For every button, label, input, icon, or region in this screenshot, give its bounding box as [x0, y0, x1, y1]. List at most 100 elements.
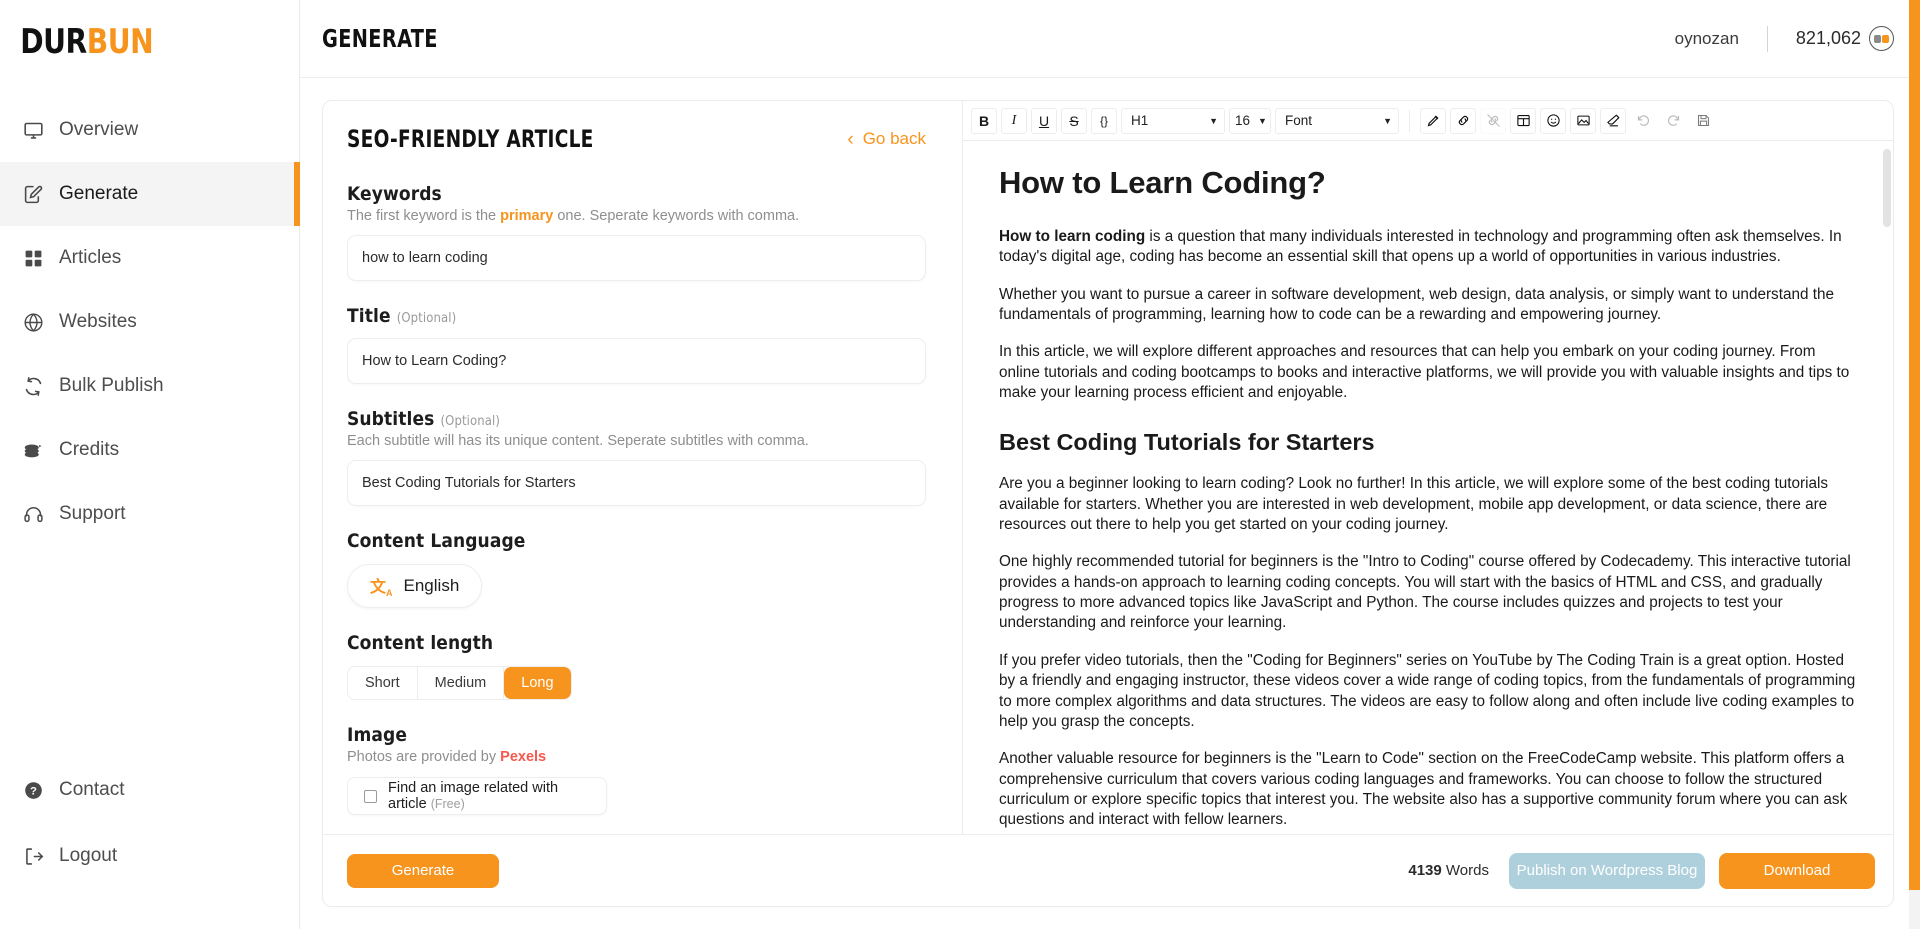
article-editor-panel: B I U S {} H1 ▼ 16 ▼	[963, 101, 1893, 834]
sidebar-item-label: Articles	[59, 247, 121, 269]
editor-paragraph: How to learn coding is a question that m…	[999, 227, 1857, 268]
title-label: Title (Optional)	[347, 305, 926, 327]
font-size-select[interactable]: 16 ▼	[1229, 108, 1271, 134]
editor-content[interactable]: How to Learn Coding? How to learn coding…	[963, 141, 1893, 834]
page-scrollbar-thumb[interactable]	[1909, 0, 1920, 890]
strikethrough-button[interactable]: S	[1061, 108, 1087, 134]
subtitles-optional-tag: (Optional)	[441, 414, 501, 429]
sidebar-item-websites[interactable]: Websites	[0, 290, 299, 354]
sidebar-item-bulk-publish[interactable]: Bulk Publish	[0, 354, 299, 418]
editor-paragraph: Another valuable resource for beginners …	[999, 749, 1857, 830]
card-body: SEO-FRIENDLY ARTICLE ‹ Go back Keywords …	[323, 101, 1893, 834]
sidebar-item-logout[interactable]: Logout	[0, 823, 299, 889]
title-input[interactable]: How to Learn Coding?	[347, 338, 926, 384]
font-family-select[interactable]: Font ▼	[1275, 108, 1399, 134]
redo-icon[interactable]	[1660, 108, 1686, 134]
footer-left: Generate	[323, 854, 963, 888]
save-icon[interactable]	[1690, 108, 1716, 134]
word-count-value: 4139	[1408, 862, 1441, 879]
sidebar-item-overview[interactable]: Overview	[0, 98, 299, 162]
editor-scroll-region[interactable]: How to Learn Coding? How to learn coding…	[963, 141, 1893, 834]
font-size-value: 16	[1235, 113, 1250, 128]
generate-button[interactable]: Generate	[347, 854, 499, 888]
eraser-icon[interactable]	[1600, 108, 1626, 134]
form-header: SEO-FRIENDLY ARTICLE ‹ Go back	[347, 125, 926, 153]
sidebar-item-label: Overview	[59, 119, 138, 141]
undo-icon[interactable]	[1630, 108, 1656, 134]
content-language-selector[interactable]: 文A English	[347, 564, 482, 608]
italic-button[interactable]: I	[1001, 108, 1027, 134]
editor-toolbar: B I U S {} H1 ▼ 16 ▼	[963, 101, 1893, 141]
image-hint-before: Photos are provided by	[347, 749, 500, 765]
font-family-value: Font	[1285, 113, 1312, 128]
insert-image-icon[interactable]	[1570, 108, 1596, 134]
content-language-value: English	[404, 576, 460, 596]
sidebar: DURBUN Overview Generate Articles Websi	[0, 0, 300, 929]
editor-paragraph: Whether you want to pursue a career in s…	[999, 285, 1857, 326]
editor-scrollbar-thumb[interactable]	[1883, 149, 1891, 227]
coin-icon	[1869, 26, 1894, 51]
page-title: GENERATE	[322, 24, 438, 53]
heading-select[interactable]: H1 ▼	[1121, 108, 1225, 134]
link-icon[interactable]	[1450, 108, 1476, 134]
content-length-option-short[interactable]: Short	[348, 667, 418, 699]
go-back-button[interactable]: ‹ Go back	[847, 129, 926, 149]
logo-text-primary: DUR	[20, 22, 87, 62]
keywords-hint-highlight: primary	[500, 208, 553, 224]
sidebar-item-articles[interactable]: Articles	[0, 226, 299, 290]
monitor-icon	[22, 119, 44, 141]
content-length-option-long[interactable]: Long	[504, 667, 570, 699]
credits-value: 821,062	[1796, 28, 1861, 49]
editor-paragraph: One highly recommended tutorial for begi…	[999, 552, 1857, 633]
subtitles-input[interactable]: Best Coding Tutorials for Starters	[347, 460, 926, 506]
credits-indicator[interactable]: 821,062	[1796, 26, 1894, 51]
image-hint: Photos are provided by Pexels	[347, 749, 926, 765]
title-label-text: Title	[347, 305, 391, 327]
svg-text:?: ?	[30, 785, 37, 797]
keywords-hint-after: one. Seperate keywords with comma.	[553, 208, 799, 224]
subtitles-hint: Each subtitle will has its unique conten…	[347, 433, 926, 449]
page-scrollbar[interactable]	[1909, 0, 1920, 929]
bold-button[interactable]: B	[971, 108, 997, 134]
refresh-icon	[22, 375, 44, 397]
editor-heading-2: Best Coding Tutorials for Starters	[999, 429, 1857, 456]
user-name[interactable]: oynozan	[1675, 29, 1739, 49]
unlink-icon[interactable]	[1480, 108, 1506, 134]
heading-select-value: H1	[1131, 113, 1148, 128]
underline-button[interactable]: U	[1031, 108, 1057, 134]
coins-icon	[22, 439, 44, 461]
editor-scrollbar[interactable]	[1883, 141, 1891, 834]
keywords-input[interactable]: how to learn coding	[347, 235, 926, 281]
sidebar-item-credits[interactable]: Credits	[0, 418, 299, 482]
article-form-panel: SEO-FRIENDLY ARTICLE ‹ Go back Keywords …	[323, 101, 963, 834]
form-scroll-region[interactable]: SEO-FRIENDLY ARTICLE ‹ Go back Keywords …	[347, 125, 938, 834]
pen-highlight-icon[interactable]	[1420, 108, 1446, 134]
emoji-icon[interactable]	[1540, 108, 1566, 134]
translate-icon: 文A	[370, 573, 393, 598]
header-divider	[1767, 26, 1768, 52]
content-length-option-medium[interactable]: Medium	[418, 667, 505, 699]
sidebar-item-label: Credits	[59, 439, 119, 461]
keywords-field: Keywords The first keyword is the primar…	[347, 183, 926, 281]
sidebar-item-contact[interactable]: ? Contact	[0, 757, 299, 823]
editor-blocks: How to learn coding is a question that m…	[999, 227, 1857, 831]
sidebar-item-generate[interactable]: Generate	[0, 162, 299, 226]
code-block-button[interactable]: {}	[1091, 108, 1117, 134]
logo-text-accent: BUN	[87, 22, 153, 62]
pexels-link[interactable]: Pexels	[500, 749, 546, 765]
find-image-checkbox-row[interactable]: Find an image related with article (Free…	[347, 777, 607, 815]
logout-icon	[22, 845, 44, 867]
subtitles-label-text: Subtitles	[347, 408, 434, 430]
sidebar-item-label: Contact	[59, 779, 124, 801]
publish-wordpress-button[interactable]: Publish on Wordpress Blog	[1509, 853, 1705, 889]
sidebar-item-support[interactable]: Support	[0, 482, 299, 546]
sidebar-bottom-nav: ? Contact Logout	[0, 757, 299, 929]
chevron-down-icon: ▼	[1258, 116, 1267, 126]
insert-table-icon[interactable]	[1510, 108, 1536, 134]
editor-bold-lead: How to learn coding	[999, 228, 1145, 245]
editor-paragraph: If you prefer video tutorials, then the …	[999, 651, 1857, 732]
download-button[interactable]: Download	[1719, 853, 1875, 889]
generator-card: SEO-FRIENDLY ARTICLE ‹ Go back Keywords …	[322, 100, 1894, 907]
app-logo[interactable]: DURBUN	[0, 0, 275, 62]
find-image-checkbox[interactable]	[364, 790, 377, 803]
